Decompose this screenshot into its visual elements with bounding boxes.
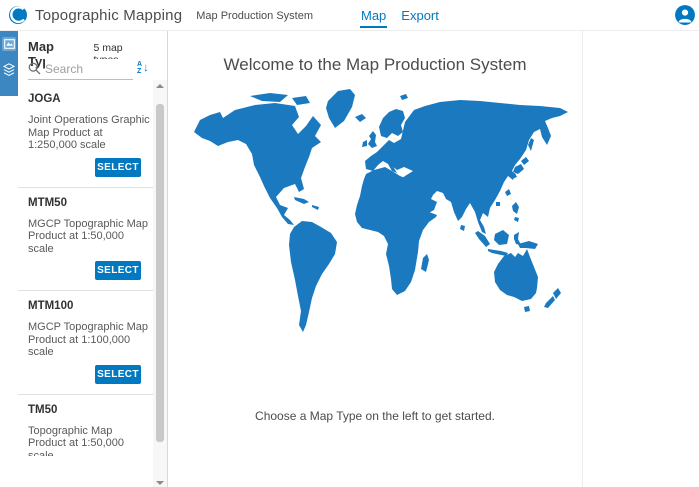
map-type-list-item: MTM100 MGCP Topographic Map Product at 1… bbox=[18, 291, 153, 395]
map-type-description: Topographic Map Product at 1:50,000 scal… bbox=[28, 425, 152, 457]
map-type-list-item: TM50 Topographic Map Product at 1:50,000… bbox=[18, 395, 153, 457]
instruction-text: Choose a Map Type on the left to get sta… bbox=[168, 409, 582, 423]
scroll-up-arrow[interactable] bbox=[153, 80, 167, 92]
map-production-app: Topographic Mapping Map Production Syste… bbox=[0, 0, 699, 487]
nav-tab-export[interactable]: Export bbox=[400, 0, 440, 31]
person-icon bbox=[675, 5, 695, 25]
map-type-title: JOGA bbox=[28, 92, 153, 106]
map-type-list: JOGA Joint Operations Graphic Map Produc… bbox=[18, 84, 153, 456]
world-map-image bbox=[190, 86, 580, 338]
app-subtitle: Map Production System bbox=[196, 10, 313, 22]
map-type-title: MTM50 bbox=[28, 196, 153, 210]
action-bar bbox=[0, 31, 18, 96]
top-nav: Map Export bbox=[360, 0, 440, 31]
sort-az-icon[interactable]: A Z ↓ bbox=[137, 57, 155, 79]
map-type-description: MGCP Topographic Map Product at 1:100,00… bbox=[28, 321, 152, 359]
welcome-title: Welcome to the Map Production System bbox=[168, 55, 582, 75]
map-types-tool-icon[interactable] bbox=[2, 37, 16, 51]
layers-icon[interactable] bbox=[3, 63, 15, 77]
app-title: Topographic Mapping bbox=[35, 7, 182, 24]
sort-arrow: ↓ bbox=[143, 63, 149, 74]
nav-tab-map[interactable]: Map bbox=[360, 0, 387, 31]
sidebar-scrollbar bbox=[153, 80, 167, 487]
select-button[interactable]: SELECT bbox=[95, 158, 141, 177]
scrollbar-thumb[interactable] bbox=[156, 104, 164, 442]
world-map-svg bbox=[190, 86, 580, 338]
search-icon bbox=[28, 62, 41, 75]
map-type-list-item: MTM50 MGCP Topographic Map Product at 1:… bbox=[18, 188, 153, 292]
map-type-title: MTM100 bbox=[28, 299, 153, 313]
map-type-title: TM50 bbox=[28, 403, 153, 417]
user-avatar[interactable] bbox=[675, 5, 695, 25]
welcome-content: Welcome to the Map Production System bbox=[168, 31, 582, 487]
main-area: Welcome to the Map Production System bbox=[168, 31, 699, 487]
search-input[interactable] bbox=[45, 59, 131, 78]
content-divider bbox=[582, 31, 583, 487]
map-sheet-icon bbox=[4, 39, 15, 49]
globe-logo-icon bbox=[8, 5, 28, 25]
map-type-description: MGCP Topographic Map Product at 1:50,000… bbox=[28, 218, 152, 256]
search-field bbox=[28, 59, 133, 80]
map-type-description: Joint Operations Graphic Map Product at … bbox=[28, 114, 152, 152]
map-type-list-item: JOGA Joint Operations Graphic Map Produc… bbox=[18, 84, 153, 188]
map-types-panel: Map Types 5 map types A Z ↓ JOGA Joint O… bbox=[0, 31, 168, 487]
sort-letter-a: A bbox=[137, 61, 142, 68]
app-header: Topographic Mapping Map Production Syste… bbox=[0, 0, 699, 31]
scroll-down-arrow[interactable] bbox=[153, 477, 167, 487]
select-button[interactable]: SELECT bbox=[95, 365, 141, 384]
sort-letter-z: Z bbox=[137, 68, 142, 75]
select-button[interactable]: SELECT bbox=[95, 261, 141, 280]
